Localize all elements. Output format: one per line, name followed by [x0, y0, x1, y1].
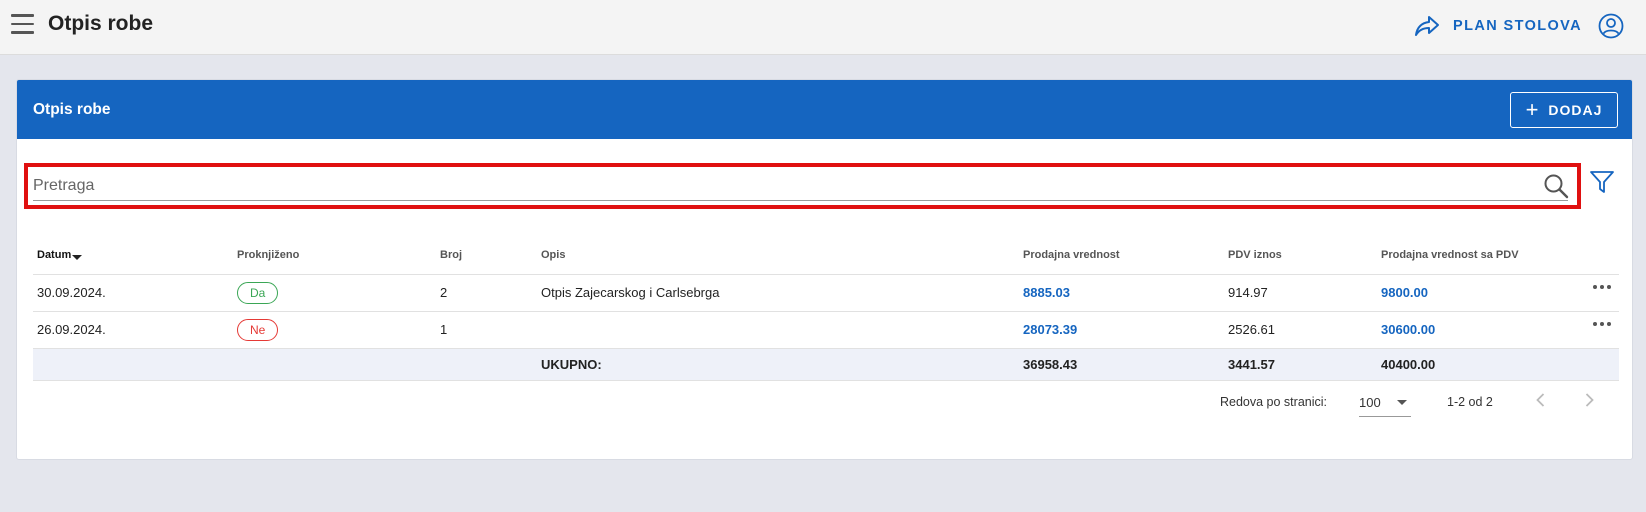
- column-header-prodajna-vrednost[interactable]: Prodajna vrednost: [1019, 237, 1224, 275]
- share-arrow-icon: [1415, 16, 1439, 36]
- column-header-prodajna-sa-pdv[interactable]: Prodajna vrednost sa PDV: [1377, 237, 1619, 275]
- search-icon[interactable]: [1543, 173, 1569, 199]
- cell-prodajna-sa-pdv[interactable]: 30600.00: [1377, 311, 1619, 349]
- column-header-proknjizeno[interactable]: Proknjiženo: [233, 237, 436, 275]
- column-header-pdv-iznos[interactable]: PDV iznos: [1224, 237, 1377, 275]
- status-badge: Ne: [237, 318, 279, 341]
- page-range: 1-2 od 2: [1447, 395, 1493, 409]
- cell-opis: [537, 311, 1019, 349]
- add-button-label: DODAJ: [1548, 102, 1603, 118]
- cell-broj: 2: [436, 274, 537, 312]
- cell-pdv-iznos: 914.97: [1224, 274, 1377, 312]
- column-header-broj[interactable]: Broj: [436, 237, 537, 275]
- sort-down-icon: [72, 254, 83, 260]
- top-app-bar: Otpis robe PLAN STOLOVA: [0, 0, 1646, 55]
- cell-proknjizeno: Da: [233, 274, 436, 312]
- chevron-left-icon[interactable]: [1533, 392, 1549, 408]
- plus-icon: +: [1525, 97, 1540, 122]
- writeoff-card: Otpis robe + DODAJ Datum Proknjiženo Bro…: [16, 79, 1633, 460]
- total-row: UKUPNO: 36958.43 3441.57 40400.00: [33, 348, 1619, 381]
- table-header-row: Datum Proknjiženo Broj Opis Prodajna vre…: [33, 237, 1619, 275]
- cell-datum: 30.09.2024.: [33, 274, 233, 312]
- search-input[interactable]: [33, 172, 1568, 201]
- total-prodajna-vrednost: 36958.43: [1019, 348, 1224, 381]
- status-badge: Da: [237, 281, 279, 304]
- more-options-icon[interactable]: [1593, 285, 1611, 289]
- card-title: Otpis robe: [33, 101, 111, 118]
- total-label: UKUPNO:: [537, 348, 1019, 381]
- column-header-datum[interactable]: Datum: [33, 237, 233, 275]
- plan-stolova-link[interactable]: PLAN STOLOVA: [1413, 10, 1582, 42]
- cell-datum: 26.09.2024.: [33, 311, 233, 349]
- rows-per-page-value: 100: [1359, 395, 1381, 410]
- page-title: Otpis robe: [48, 12, 154, 35]
- table-row[interactable]: 30.09.2024. Da 2 Otpis Zajecarskog i Car…: [33, 274, 1619, 312]
- cell-pdv-iznos: 2526.61: [1224, 311, 1377, 349]
- writeoff-table: Datum Proknjiženo Broj Opis Prodajna vre…: [33, 237, 1619, 381]
- cell-prodajna-sa-pdv[interactable]: 9800.00: [1377, 274, 1619, 312]
- card-header: Otpis robe + DODAJ: [17, 80, 1632, 139]
- cell-prodajna-vrednost[interactable]: 28073.39: [1019, 311, 1224, 349]
- chevron-right-icon[interactable]: [1581, 392, 1597, 408]
- cell-opis: Otpis Zajecarskog i Carlsebrga: [537, 274, 1019, 312]
- chevron-down-icon: [1397, 400, 1407, 405]
- more-options-icon[interactable]: [1593, 322, 1611, 326]
- column-header-opis[interactable]: Opis: [537, 237, 1019, 275]
- cell-prodajna-vrednost[interactable]: 8885.03: [1019, 274, 1224, 312]
- cell-broj: 1: [436, 311, 537, 349]
- add-button[interactable]: + DODAJ: [1510, 92, 1618, 128]
- total-prodajna-sa-pdv: 40400.00: [1377, 348, 1619, 381]
- cell-proknjizeno: Ne: [233, 311, 436, 349]
- pagination: Redova po stranici: 100 1-2 od 2: [17, 380, 1632, 420]
- filter-icon[interactable]: [1589, 169, 1615, 195]
- rows-per-page-select[interactable]: 100: [1359, 387, 1411, 417]
- rows-per-page-label: Redova po stranici:: [1220, 395, 1328, 409]
- menu-icon[interactable]: [11, 14, 34, 34]
- plan-stolova-label: PLAN STOLOVA: [1453, 18, 1583, 34]
- account-icon[interactable]: [1598, 13, 1624, 39]
- search-highlight: [24, 163, 1581, 209]
- table-row[interactable]: 26.09.2024. Ne 1 28073.39 2526.61 30600.…: [33, 311, 1619, 349]
- total-pdv-iznos: 3441.57: [1224, 348, 1377, 381]
